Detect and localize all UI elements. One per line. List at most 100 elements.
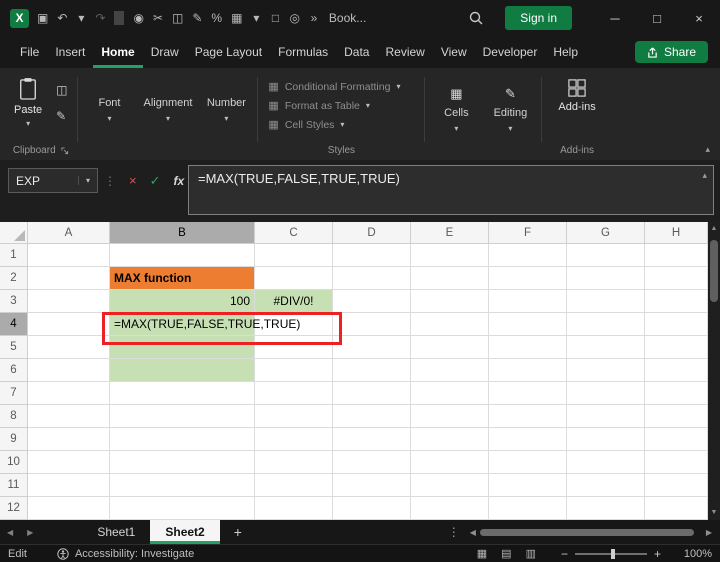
cell-G1[interactable] [567, 244, 645, 267]
cell-F12[interactable] [489, 497, 567, 520]
row-header-5[interactable]: 5 [0, 336, 28, 359]
cell-B11[interactable] [110, 474, 255, 497]
row-header-1[interactable]: 1 [0, 244, 28, 267]
scroll-up-icon[interactable]: ▲ [711, 222, 718, 236]
cell-F10[interactable] [489, 451, 567, 474]
cell-D2[interactable] [333, 267, 411, 290]
menu-tab-home[interactable]: Home [93, 36, 142, 68]
menu-tab-developer[interactable]: Developer [475, 36, 546, 68]
cell-D9[interactable] [333, 428, 411, 451]
cell-D10[interactable] [333, 451, 411, 474]
cell-D11[interactable] [333, 474, 411, 497]
cell-G10[interactable] [567, 451, 645, 474]
cancel-icon[interactable]: × [129, 173, 137, 188]
cell-G5[interactable] [567, 336, 645, 359]
zoom-out-button[interactable]: − [554, 547, 575, 561]
cut-icon[interactable]: ✂ [153, 11, 163, 25]
cell-D6[interactable] [333, 359, 411, 382]
column-header-E[interactable]: E [411, 222, 489, 244]
cell-H7[interactable] [645, 382, 708, 405]
cell-E9[interactable] [411, 428, 489, 451]
cell-D8[interactable] [333, 405, 411, 428]
touch-mode-icon[interactable]: ◉ [133, 11, 143, 25]
cell-E8[interactable] [411, 405, 489, 428]
row-header-8[interactable]: 8 [0, 405, 28, 428]
alignment-group-button[interactable]: Alignment ▾ [136, 73, 199, 160]
cell-E5[interactable] [411, 336, 489, 359]
copy-icon[interactable]: ◫ [56, 83, 67, 97]
cell-A3[interactable] [28, 290, 110, 313]
cell-D5[interactable] [333, 336, 411, 359]
accessibility-status[interactable]: Accessibility: Investigate [57, 548, 194, 560]
cell-C11[interactable] [255, 474, 333, 497]
cell-A12[interactable] [28, 497, 110, 520]
more-commands-icon[interactable]: » [309, 11, 319, 25]
borders-icon[interactable]: ▦ [231, 11, 242, 25]
column-header-H[interactable]: H [645, 222, 708, 244]
cell-H6[interactable] [645, 359, 708, 382]
cell-C5[interactable] [255, 336, 333, 359]
cell-A8[interactable] [28, 405, 110, 428]
menu-tab-file[interactable]: File [12, 36, 47, 68]
column-header-A[interactable]: A [28, 222, 110, 244]
cell-H5[interactable] [645, 336, 708, 359]
editing-button[interactable]: ✎ Editing ▾ [483, 73, 537, 160]
menu-tab-view[interactable]: View [433, 36, 475, 68]
menu-tab-data[interactable]: Data [336, 36, 377, 68]
hscroll-right-icon[interactable]: ▶ [706, 528, 712, 537]
new-document-icon[interactable]: □ [270, 11, 280, 25]
cell-B5[interactable] [110, 336, 255, 359]
cell-A5[interactable] [28, 336, 110, 359]
cell-H10[interactable] [645, 451, 708, 474]
cell-B1[interactable] [110, 244, 255, 267]
column-header-B[interactable]: B [110, 222, 255, 244]
column-header-D[interactable]: D [333, 222, 411, 244]
camera-icon[interactable]: ◎ [289, 11, 299, 25]
sheet-tab-sheet2[interactable]: Sheet2 [150, 520, 220, 544]
cell-F8[interactable] [489, 405, 567, 428]
cell-E4[interactable] [411, 313, 489, 336]
cell-D4[interactable] [333, 313, 411, 336]
cell-G8[interactable] [567, 405, 645, 428]
column-header-F[interactable]: F [489, 222, 567, 244]
cell-A9[interactable] [28, 428, 110, 451]
add-ins-button[interactable]: Add-ins [558, 75, 596, 113]
cell-B7[interactable] [110, 382, 255, 405]
cell-H8[interactable] [645, 405, 708, 428]
cell-C9[interactable] [255, 428, 333, 451]
cell-C1[interactable] [255, 244, 333, 267]
formula-bar-expand-icon[interactable]: ▴ [702, 170, 707, 181]
cell-C7[interactable] [255, 382, 333, 405]
cell-E6[interactable] [411, 359, 489, 382]
scroll-down-icon[interactable]: ▼ [711, 506, 718, 520]
cell-H2[interactable] [645, 267, 708, 290]
row-header-7[interactable]: 7 [0, 382, 28, 405]
cell-E1[interactable] [411, 244, 489, 267]
format-painter-icon[interactable]: ✎ [56, 109, 67, 123]
share-button[interactable]: Share [634, 41, 708, 63]
vertical-scrollbar[interactable]: ▲ ▼ [708, 222, 720, 520]
cell-F4[interactable] [489, 313, 567, 336]
cell-H3[interactable] [645, 290, 708, 313]
cell-B2[interactable]: MAX function [110, 267, 255, 290]
copy-icon[interactable]: ◫ [172, 11, 183, 25]
zoom-slider[interactable] [574, 548, 647, 560]
search-icon[interactable] [455, 11, 497, 25]
cell-B10[interactable] [110, 451, 255, 474]
font-group-button[interactable]: Font ▾ [82, 73, 136, 160]
row-header-11[interactable]: 11 [0, 474, 28, 497]
cell-G11[interactable] [567, 474, 645, 497]
cell-G4[interactable] [567, 313, 645, 336]
cell-G7[interactable] [567, 382, 645, 405]
cell-E2[interactable] [411, 267, 489, 290]
cell-H11[interactable] [645, 474, 708, 497]
cell-E3[interactable] [411, 290, 489, 313]
cell-G2[interactable] [567, 267, 645, 290]
minimize-button[interactable]: ─ [594, 0, 636, 36]
conditional-formatting-button[interactable]: ▦ Conditional Formatting ▾ [268, 77, 414, 96]
paste-button[interactable]: Paste ▾ [8, 73, 48, 142]
row-header-6[interactable]: 6 [0, 359, 28, 382]
page-break-view-icon[interactable]: ▥ [526, 547, 536, 560]
cell-D12[interactable] [333, 497, 411, 520]
name-box[interactable]: EXP ▾ [8, 168, 98, 193]
